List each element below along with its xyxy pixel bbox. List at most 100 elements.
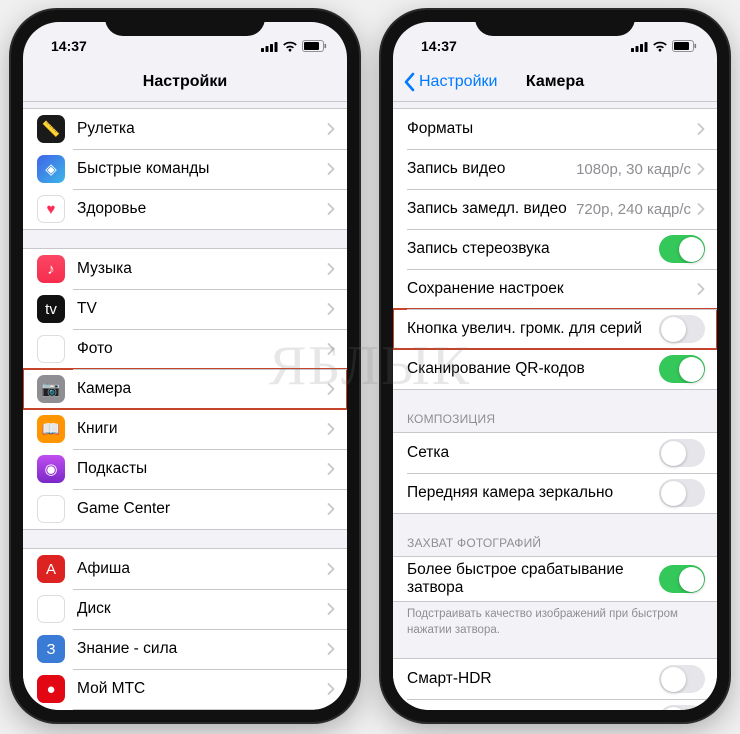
chevron-right-icon [697,283,705,295]
row-label: Знание - сила [77,640,327,658]
settings-row-tv[interactable]: tv TV [23,289,347,329]
app-icon: А [37,555,65,583]
app-icon: ✿ [37,335,65,363]
settings-row-навигатор[interactable]: ▲Навигатор [23,709,347,710]
setting-row[interactable]: Сетка [393,433,717,473]
settings-row-афиша[interactable]: ААфиша [23,549,347,589]
app-icon: ◔ [37,595,65,623]
app-icon: tv [37,295,65,323]
row-label: Фото [77,340,327,358]
toggle-switch[interactable] [659,315,705,343]
row-label: Более быстрое срабатывание затвора [407,561,659,597]
app-icon: 📖 [37,415,65,443]
chevron-right-icon [327,423,335,435]
setting-row[interactable]: Более быстрое срабатывание затвора [393,557,717,601]
toggle-switch[interactable] [659,565,705,593]
setting-row[interactable]: Запись видео1080p, 30 кадр/с [393,149,717,189]
row-label: Сканирование QR-кодов [407,360,659,378]
chevron-right-icon [327,383,335,395]
chevron-right-icon [327,503,335,515]
chevron-right-icon [327,683,335,695]
settings-row-мой-мтс[interactable]: ● Мой МТС [23,669,347,709]
settings-row-фото[interactable]: ✿ Фото [23,329,347,369]
toggle-switch[interactable] [659,665,705,693]
setting-row[interactable]: Сохранение настроек [393,269,717,309]
row-label: Здоровье [77,200,327,218]
app-icon: ✦ [37,495,65,523]
settings-row-знание-сила[interactable]: З Знание - сила [23,629,347,669]
screen-left: 14:37 Настройки 📏Рулетка◈Быстрые команды… [23,22,347,710]
settings-row-рулетка[interactable]: 📏Рулетка [23,109,347,149]
nav-header: Настройки Камера [393,62,717,102]
app-icon: ♪ [37,255,65,283]
settings-row-камера[interactable]: 📷Камера [23,369,347,409]
app-icon: ♥ [37,195,65,223]
settings-row-музыка[interactable]: ♪ Музыка [23,249,347,289]
settings-row-книги[interactable]: 📖 Книги [23,409,347,449]
setting-row[interactable]: Форматы [393,109,717,149]
status-indicators [631,40,697,52]
setting-row[interactable]: Сканирование QR-кодов [393,349,717,389]
setting-row[interactable]: Оставлять оригинал [393,699,717,710]
setting-row[interactable]: Смарт-HDR [393,659,717,699]
app-icon: 📷 [37,375,65,403]
settings-row-здоровье[interactable]: ♥ Здоровье [23,189,347,229]
settings-row-диск[interactable]: ◔Диск [23,589,347,629]
chevron-right-icon [327,303,335,315]
row-label: Сохранение настроек [407,280,697,298]
setting-row[interactable]: Запись стереозвука [393,229,717,269]
wifi-icon [282,41,298,52]
screen-right: 14:37 Настройки Камера ФорматыЗапись вид… [393,22,717,710]
chevron-right-icon [327,263,335,275]
chevron-right-icon [697,203,705,215]
phone-right: 14:37 Настройки Камера ФорматыЗапись вид… [381,10,729,722]
camera-settings-list[interactable]: ФорматыЗапись видео1080p, 30 кадр/сЗапис… [393,102,717,710]
row-label: Запись видео [407,160,576,178]
section-footer: Подстраивать качество изображений при бы… [393,602,717,640]
status-time: 14:37 [51,38,87,54]
toggle-switch[interactable] [659,479,705,507]
chevron-right-icon [327,343,335,355]
toggle-switch[interactable] [659,355,705,383]
row-label: Форматы [407,120,697,138]
notch [475,10,635,36]
chevron-right-icon [327,463,335,475]
back-button[interactable]: Настройки [403,72,497,92]
setting-row[interactable]: Запись замедл. видео720p, 240 кадр/с [393,189,717,229]
row-label: Game Center [77,500,327,518]
chevron-right-icon [697,123,705,135]
chevron-right-icon [327,163,335,175]
app-icon: ● [37,675,65,703]
setting-row[interactable]: Кнопка увелич. громк. для серий [393,309,717,349]
row-label: Сетка [407,444,659,462]
settings-row-game-center[interactable]: ✦ Game Center [23,489,347,529]
row-label: Быстрые команды [77,160,327,178]
cellular-icon [631,41,648,52]
chevron-right-icon [327,563,335,575]
toggle-switch[interactable] [659,439,705,467]
row-detail: 720p, 240 кадр/с [576,201,691,218]
settings-row-подкасты[interactable]: ◉Подкасты [23,449,347,489]
battery-icon [302,40,327,52]
app-icon: З [37,635,65,663]
back-label: Настройки [419,73,497,91]
chevron-right-icon [327,203,335,215]
chevron-right-icon [327,643,335,655]
cellular-icon [261,41,278,52]
section-header: КОМПОЗИЦИЯ [393,408,717,432]
row-label: Музыка [77,260,327,278]
app-icon: ◉ [37,455,65,483]
settings-list[interactable]: 📏Рулетка ◈ Быстрые команды ♥ Здоровье ♪ Музыка… [23,102,347,710]
row-label: Передняя камера зеркально [407,484,659,502]
row-label: Мой МТС [77,680,327,698]
row-label: Запись замедл. видео [407,200,576,218]
row-label: TV [77,300,327,318]
settings-row-быстрые-команды[interactable]: ◈ Быстрые команды [23,149,347,189]
wifi-icon [652,41,668,52]
toggle-switch[interactable] [659,235,705,263]
row-label: Книги [77,420,327,438]
setting-row[interactable]: Передняя камера зеркально [393,473,717,513]
app-icon: ◈ [37,155,65,183]
toggle-switch[interactable] [659,705,705,710]
chevron-right-icon [697,163,705,175]
